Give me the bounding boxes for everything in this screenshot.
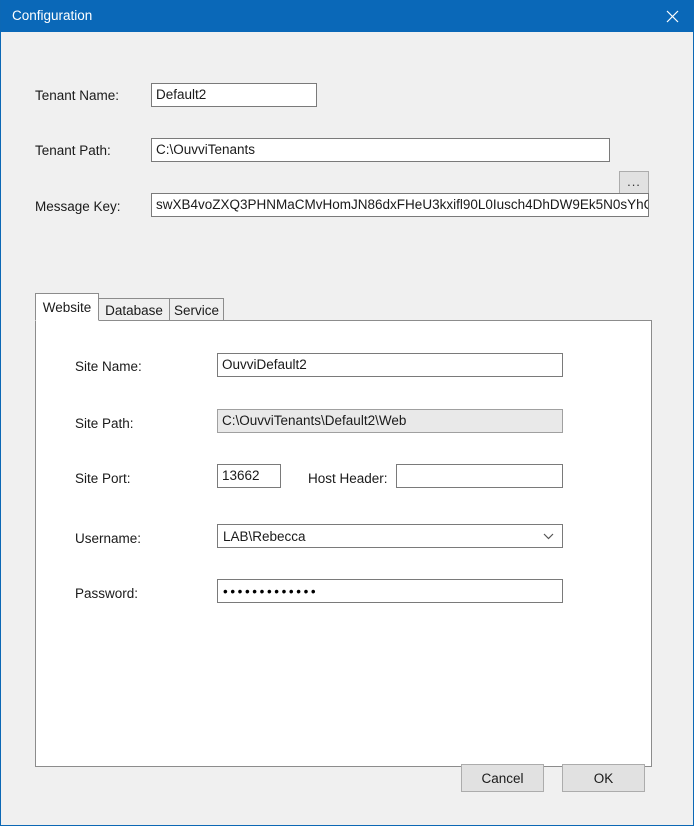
chevron-down-icon (540, 525, 556, 547)
tenant-path-input[interactable]: C:\OuvviTenants (151, 138, 610, 162)
tenant-name-input[interactable]: Default2 (151, 83, 317, 107)
tab-website[interactable]: Website (35, 293, 99, 321)
password-masked-value: ••••••••••••• (223, 583, 319, 599)
ok-button[interactable]: OK (562, 764, 645, 792)
cancel-button[interactable]: Cancel (461, 764, 544, 792)
site-name-label: Site Name: (75, 359, 142, 374)
tab-strip: Website Database Service (35, 293, 652, 321)
site-name-input[interactable]: OuvviDefault2 (217, 353, 563, 377)
site-port-input[interactable]: 13662 (217, 464, 281, 488)
message-key-label: Message Key: (35, 199, 121, 214)
dialog-body: Tenant Name: Default2 Tenant Path: C:\Ou… (2, 32, 693, 824)
site-port-label: Site Port: (75, 471, 131, 486)
username-label: Username: (75, 531, 142, 546)
username-combobox[interactable]: LAB\Rebecca (217, 524, 563, 548)
tab-database[interactable]: Database (98, 298, 170, 321)
tab-panel-website: Site Name: OuvviDefault2 Site Path: C:\O… (35, 320, 652, 767)
password-input[interactable]: ••••••••••••• (217, 579, 563, 603)
message-key-input[interactable]: swXB4voZXQ3PHNMaCMvHomJN86dxFHeU3kxifl90… (151, 193, 649, 217)
host-header-input[interactable] (396, 464, 563, 488)
configuration-dialog: Configuration Tenant Name: Default2 Tena… (0, 0, 694, 826)
username-value: LAB\Rebecca (223, 529, 306, 544)
host-header-label: Host Header: (308, 471, 388, 486)
window-title: Configuration (12, 8, 93, 23)
tab-service[interactable]: Service (169, 298, 224, 321)
close-button[interactable] (649, 0, 694, 32)
password-label: Password: (75, 586, 139, 601)
tenant-path-label: Tenant Path: (35, 143, 111, 158)
title-bar: Configuration (1, 0, 694, 32)
site-path-label: Site Path: (75, 416, 134, 431)
site-path-input[interactable]: C:\OuvviTenants\Default2\Web (217, 409, 563, 433)
tenant-name-label: Tenant Name: (35, 88, 120, 103)
close-icon (666, 10, 678, 22)
